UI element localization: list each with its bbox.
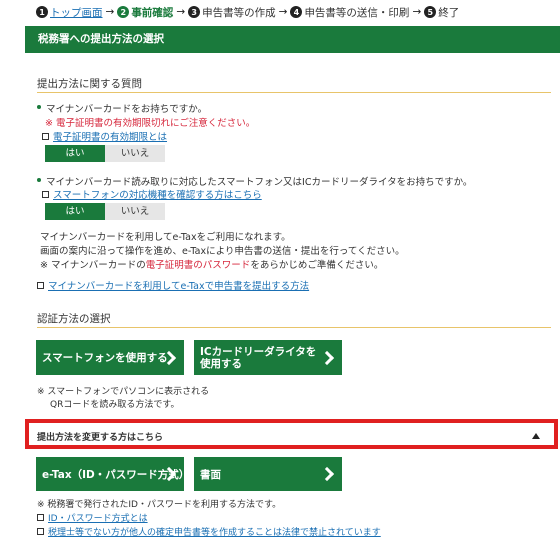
ic-reader-label-line2: 使用する	[200, 357, 242, 370]
q1-no-button[interactable]: いいえ	[105, 145, 165, 162]
etax-id-password-button[interactable]: e-Tax（ID・パスワード方式）	[36, 457, 189, 491]
ic-reader-label-line1: ICカードリーダライタを	[200, 345, 317, 358]
step-3-number: 3	[188, 6, 201, 18]
bullet-icon	[37, 105, 41, 109]
document-icon	[37, 514, 44, 521]
q1-yes-button[interactable]: はい	[45, 145, 105, 162]
smartphone-button-label: スマートフォンを使用する	[42, 352, 168, 364]
expiry-warning: ※ 電子証明書の有効期限切れにご注意ください。	[45, 115, 255, 129]
step-4-label: 申告書等の送信・印刷	[304, 6, 410, 19]
arrow-icon: →	[105, 6, 115, 18]
progress-steps: 1 トップ画面 → 2 事前確認 → 3 申告書等の作成 → 4 申告書等の送信…	[36, 4, 459, 20]
info-line-1: マイナンバーカードを利用してe-Taxをご利用になれます。	[40, 232, 291, 243]
ic-reader-button[interactable]: ICカードリーダライタを 使用する	[194, 340, 342, 375]
question-text: マイナンバーカードをお持ちですか。	[46, 104, 208, 115]
step-5-label: 終了	[438, 6, 460, 19]
note-mark: ※	[45, 118, 53, 129]
info-line-3: ※ マイナンバーカードの電子証明書のパスワードをあらかじめご準備ください。	[40, 257, 383, 271]
step-2-label: 事前確認	[131, 6, 174, 19]
chevron-right-icon	[319, 350, 335, 365]
method-link-row: マイナンバーカードを利用してe-Taxで申告書を提出する方法	[37, 278, 309, 292]
smartphone-note-1: ※ スマートフォンでパソコンに表示される	[37, 387, 210, 397]
smartphone-models-link[interactable]: スマートフォンの対応機種を確認する方はこちら	[53, 187, 262, 201]
section-title-questions: 提出方法に関する質問	[37, 78, 142, 90]
info-line-2: 画面の案内に沿って操作を進め、e-Taxにより申告書の送信・提出を行ってください…	[40, 246, 405, 257]
question-reader-device: マイナンバーカード読み取りに対応したスマートフォン又はICカードリーダライタをお…	[37, 174, 472, 188]
arrow-icon: →	[278, 6, 288, 18]
step-1-number: 1	[36, 6, 48, 18]
id-password-note: ※ 税務署で発行されたID・パスワードを利用する方法です。	[37, 500, 282, 510]
step-3-label: 申告書等の作成	[202, 6, 276, 19]
section-title-auth: 認証方法の選択	[37, 313, 111, 325]
paper-button[interactable]: 書面	[194, 457, 342, 491]
smartphone-note-2: QRコードを読み取る方法です。	[50, 400, 180, 410]
info-password-highlight: 電子証明書のパスワード	[145, 260, 251, 271]
step-2-number: 2	[117, 6, 130, 18]
document-icon	[42, 132, 49, 140]
paper-button-label: 書面	[200, 468, 221, 481]
smartphone-button[interactable]: スマートフォンを使用する	[36, 340, 184, 375]
expiry-link[interactable]: 電子証明書の有効期限とは	[53, 129, 167, 143]
section-divider	[37, 92, 551, 93]
q2-no-button[interactable]: いいえ	[105, 203, 165, 220]
info-line-3-post: をあらかじめご準備ください。	[250, 260, 384, 271]
page-title-banner: 税務署への提出方法の選択	[25, 26, 560, 53]
arrow-icon: →	[412, 6, 422, 18]
step-1-link[interactable]: トップ画面	[50, 5, 103, 20]
chevron-right-icon	[319, 466, 335, 482]
q2-toggle: はい いいえ	[45, 203, 165, 220]
document-icon	[42, 190, 49, 198]
expiry-link-row: 電子証明書の有効期限とは	[42, 129, 167, 143]
ic-reader-button-label: ICカードリーダライタを 使用する	[200, 346, 316, 370]
q2-yes-button[interactable]: はい	[45, 203, 105, 220]
step-5-number: 5	[424, 6, 437, 18]
question-text: マイナンバーカード読み取りに対応したスマートフォン又はICカードリーダライタをお…	[46, 177, 473, 188]
smartphone-link-row: スマートフォンの対応機種を確認する方はこちら	[42, 187, 262, 201]
id-password-link[interactable]: ID・パスワード方式とは	[48, 511, 148, 524]
id-link-row: ID・パスワード方式とは	[37, 511, 148, 524]
section-divider	[37, 327, 551, 328]
tax-law-link[interactable]: 税理士等でない方が他人の確定申告書等を作成することは法律で禁止されています	[48, 525, 381, 538]
document-icon	[37, 281, 44, 289]
change-method-label: 提出方法を変更する方はこちら	[37, 433, 164, 443]
q1-toggle: はい いいえ	[45, 145, 165, 162]
note-text: 電子証明書の有効期限切れにご注意ください。	[56, 118, 256, 129]
change-method-toggle[interactable]: 提出方法を変更する方はこちら	[25, 419, 558, 449]
collapse-triangle-icon	[532, 433, 540, 439]
tax-law-link-row: 税理士等でない方が他人の確定申告書等を作成することは法律で禁止されています	[37, 525, 381, 538]
arrow-icon: →	[176, 6, 186, 18]
info-line-3-pre: ※ マイナンバーカードの	[40, 260, 146, 271]
document-icon	[37, 528, 44, 535]
bullet-icon	[37, 178, 41, 182]
question-mynumber-card: マイナンバーカードをお持ちですか。	[37, 101, 207, 115]
step-4-number: 4	[290, 6, 303, 18]
etax-method-link[interactable]: マイナンバーカードを利用してe-Taxで申告書を提出する方法	[48, 278, 309, 292]
